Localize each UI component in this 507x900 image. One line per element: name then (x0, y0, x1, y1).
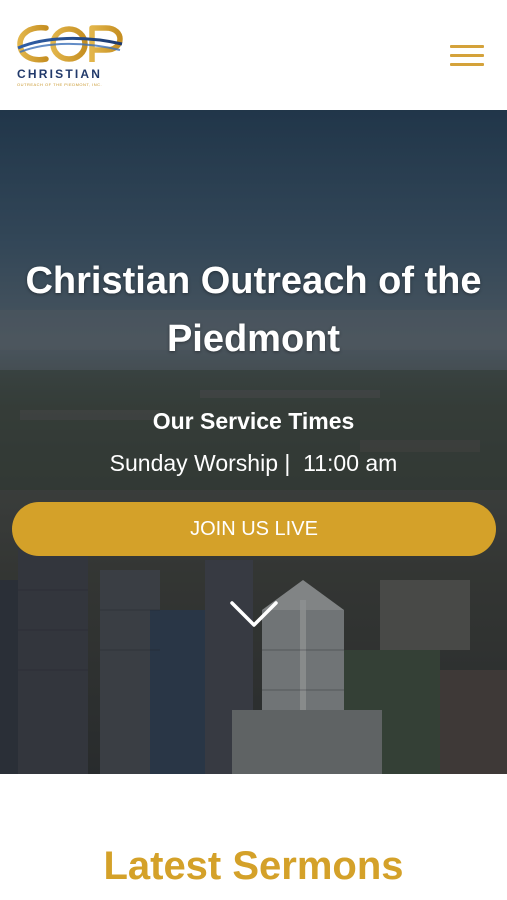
hero-overlay (0, 110, 507, 774)
chevron-down-icon[interactable] (228, 598, 280, 630)
logo-mark (17, 24, 123, 63)
logo-wordmark: CHRISTIAN (17, 67, 103, 81)
join-us-live-button[interactable]: JOIN US LIVE (12, 502, 496, 556)
latest-sermons-heading: Latest Sermons (103, 844, 404, 888)
site-header: CHRISTIAN OUTREACH OF THE PIEDMONT, INC. (0, 0, 507, 110)
hamburger-menu-icon[interactable] (448, 40, 486, 70)
service-times-text: Sunday Worship | 11:00 am (109, 450, 398, 476)
service-times-heading: Our Service Times (152, 408, 355, 434)
hero-title: Christian Outreach of the Piedmont (25, 260, 482, 360)
logo-tagline: OUTREACH OF THE PIEDMONT, INC. (17, 82, 103, 87)
hero-section: Christian Outreach of the Piedmont Our S… (0, 110, 507, 774)
site-logo[interactable]: CHRISTIAN OUTREACH OF THE PIEDMONT, INC. (14, 22, 126, 88)
